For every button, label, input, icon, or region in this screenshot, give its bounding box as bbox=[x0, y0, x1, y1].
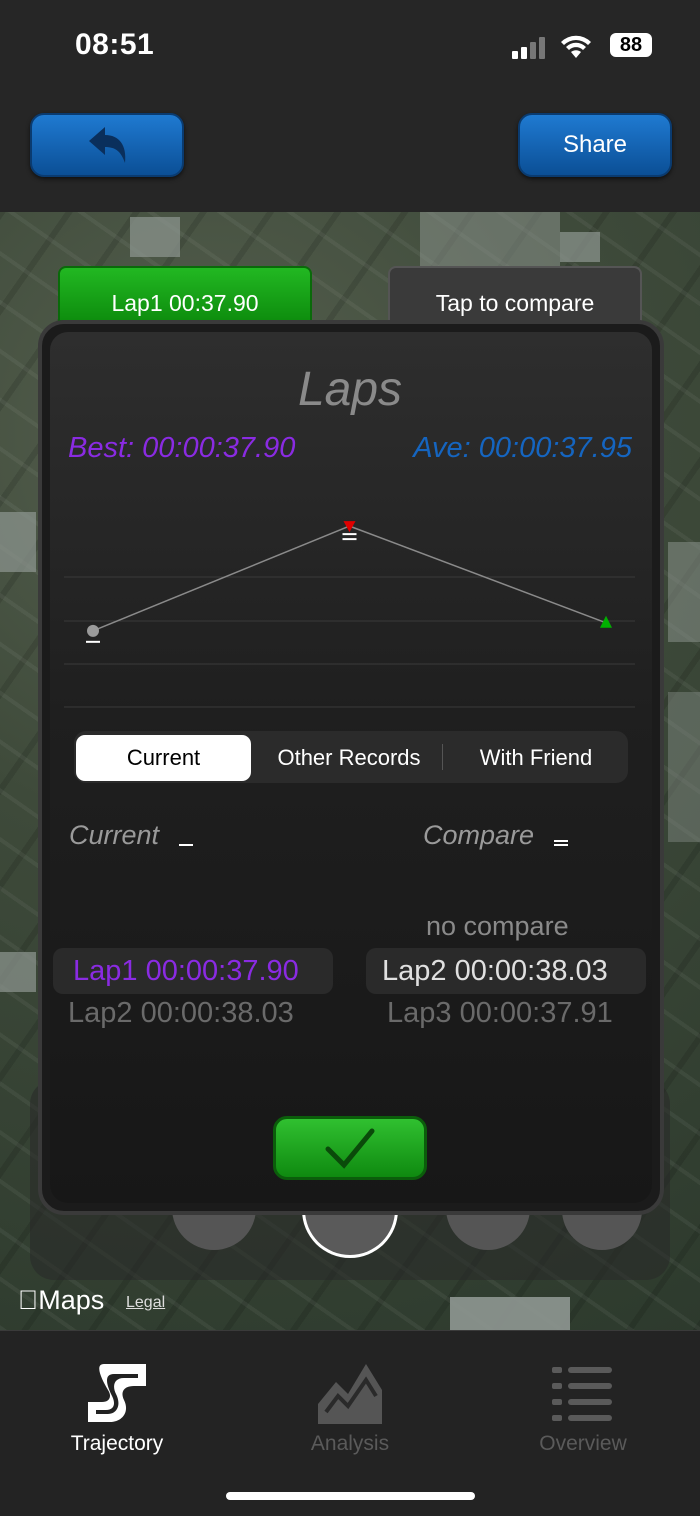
current-column-header: Current bbox=[69, 820, 193, 851]
home-indicator bbox=[226, 1492, 475, 1500]
apple-logo-icon:  bbox=[18, 1285, 38, 1315]
back-button[interactable] bbox=[30, 113, 184, 177]
segment-other-records[interactable]: Other Records bbox=[254, 735, 444, 781]
maps-brand-label: Maps bbox=[18, 1285, 104, 1315]
compare-lap-selected[interactable]: Lap2 00:00:38.03 bbox=[366, 948, 646, 994]
lap-point bbox=[87, 624, 99, 637]
apple-maps-logo: Maps bbox=[18, 1285, 104, 1316]
share-button[interactable]: Share bbox=[518, 113, 672, 177]
segment-with-friend[interactable]: With Friend bbox=[446, 735, 626, 781]
current-header-label: Current bbox=[69, 820, 160, 850]
back-arrow-icon bbox=[89, 127, 126, 163]
cellular-signal-icon bbox=[512, 37, 545, 59]
average-lap-time: Ave: 00:00:37.95 bbox=[413, 432, 632, 464]
top-bar: Share bbox=[0, 95, 700, 212]
tab-trajectory[interactable]: Trajectory bbox=[37, 1432, 197, 1456]
status-time: 08:51 bbox=[75, 28, 155, 61]
worst-lap-point bbox=[343, 521, 356, 533]
best-lap-time: Best: 00:00:37.90 bbox=[68, 432, 296, 464]
segment-divider bbox=[442, 744, 443, 770]
wifi-icon bbox=[561, 35, 591, 58]
trajectory-icon[interactable] bbox=[84, 1360, 150, 1426]
tab-analysis[interactable]: Analysis bbox=[270, 1432, 430, 1456]
legal-link[interactable]: Legal bbox=[126, 1294, 165, 1312]
battery-indicator: 88 bbox=[610, 33, 652, 57]
status-bar: 08:51 88 bbox=[0, 0, 700, 95]
mountain-chart-icon[interactable] bbox=[316, 1360, 384, 1426]
tab-overview[interactable]: Overview bbox=[503, 1432, 663, 1456]
checkmark-icon bbox=[325, 1128, 375, 1169]
no-compare-option[interactable]: no compare bbox=[426, 911, 569, 942]
status-icons: 88 bbox=[512, 33, 652, 63]
current-lap-selected[interactable]: Lap1 00:00:37.90 bbox=[53, 948, 333, 994]
confirm-button[interactable] bbox=[273, 1116, 427, 1180]
segmented-control: Current Other Records With Friend bbox=[74, 731, 628, 783]
list-icon[interactable] bbox=[550, 1365, 616, 1425]
current-header-marker bbox=[178, 843, 193, 846]
tap-to-compare-tab[interactable]: Tap to compare bbox=[388, 266, 642, 322]
lap-times-line bbox=[92, 525, 607, 632]
laps-title: Laps bbox=[297, 363, 403, 416]
compare-header-marker bbox=[553, 839, 568, 846]
compare-column-header: Compare bbox=[423, 820, 568, 851]
selected-lap-tab[interactable]: Lap1 00:37.90 bbox=[58, 266, 312, 322]
current-lap-option[interactable]: Lap2 00:00:38.03 bbox=[68, 990, 294, 1036]
lap-times-chart bbox=[64, 521, 635, 708]
compare-lap-option[interactable]: Lap3 00:00:37.91 bbox=[387, 990, 613, 1036]
compare-header-label: Compare bbox=[423, 820, 535, 850]
segment-current[interactable]: Current bbox=[76, 735, 251, 781]
